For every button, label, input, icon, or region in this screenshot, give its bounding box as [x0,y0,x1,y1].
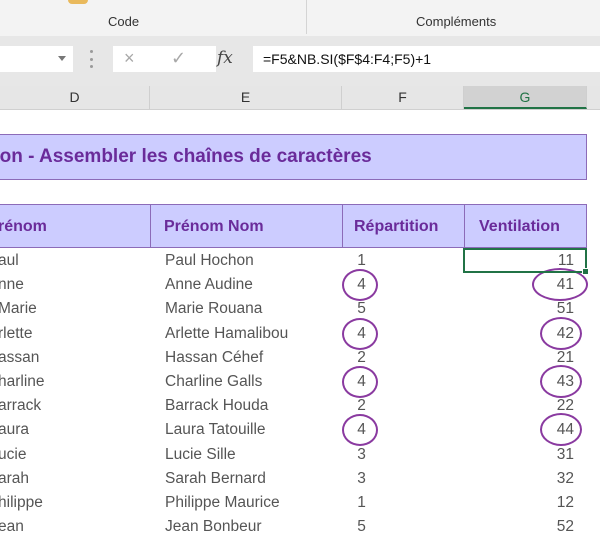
cell-prenom-nom[interactable]: Paul Hochon [165,249,254,273]
cell-prenom[interactable]: ucie [0,443,26,467]
table-row: Marie Marie Rouana 5 51 [0,297,600,321]
column-headers: D E F G [0,86,600,110]
table-row: assan Hassan Céhef 2 21 [0,346,600,370]
header-repartition: Répartition [343,205,465,247]
cell-repartition[interactable]: 5 [341,297,382,321]
cell-prenom-nom[interactable]: Hassan Céhef [165,346,263,370]
chevron-down-icon[interactable] [58,56,66,61]
cell-ventilation[interactable]: 43 [464,370,574,394]
active-cell-selection[interactable] [463,248,589,275]
cell-ventilation[interactable]: 21 [464,346,574,370]
cell-prenom[interactable]: aul [0,249,19,273]
table-row: nne Anne Audine 4 41 [0,268,600,302]
cell-repartition[interactable]: 4 [341,370,382,394]
header-prenom-nom: Prénom Nom [151,205,343,247]
cell-prenom-nom[interactable]: Charline Galls [165,370,262,394]
cell-repartition[interactable]: 2 [341,394,382,418]
cell-repartition[interactable]: 4 [341,322,382,346]
column-header-e[interactable]: E [150,86,342,109]
cell-ventilation[interactable]: 52 [464,515,574,539]
cell-prenom[interactable]: harline [0,370,45,394]
cell-ventilation[interactable]: 32 [464,467,574,491]
cell-prenom[interactable]: Marie [0,297,37,321]
insert-function-icon[interactable]: fx [217,48,233,68]
column-header-d[interactable]: D [0,86,150,109]
table-row: hilippe Philippe Maurice 1 12 [0,491,600,515]
cell-prenom[interactable]: arah [0,467,29,491]
cell-prenom-nom[interactable]: Anne Audine [165,273,253,297]
cell-repartition[interactable]: 3 [341,443,382,467]
name-box[interactable] [0,46,73,72]
cell-prenom-nom[interactable]: Lucie Sille [165,443,236,467]
cell-prenom-nom[interactable]: Barrack Houda [165,394,268,418]
table-row: harline Charline Galls 4 43 [0,365,600,398]
formula-buttons: × ✓ fx [113,46,233,72]
table-row: ean Jean Bonbeur 5 52 [0,515,600,539]
cell-prenom[interactable]: assan [0,346,39,370]
cell-prenom-nom[interactable]: Sarah Bernard [165,467,266,491]
sheet-title: tion - Assembler les chaînes de caractèr… [0,146,372,167]
cell-ventilation[interactable]: 41 [464,273,574,297]
cell-prenom-nom[interactable]: Laura Tatouille [165,418,266,442]
cell-ventilation[interactable]: 31 [464,443,574,467]
cell-repartition[interactable]: 4 [341,418,382,442]
cell-prenom[interactable]: rlette [0,322,32,346]
cell-repartition[interactable]: 2 [341,346,382,370]
cell-prenom[interactable]: arrack [0,394,41,418]
formula-input[interactable]: =F5&NB.SI($F$4:F4;F5)+1 [253,46,600,72]
cancel-icon[interactable]: × [124,48,135,69]
cell-prenom[interactable]: aura [0,418,29,442]
column-header-g[interactable]: G [464,86,587,109]
ribbon-group-complements: Compléments [416,14,497,29]
cell-prenom-nom[interactable]: Arlette Hamalibou [165,322,288,346]
cell-repartition[interactable]: 3 [341,467,382,491]
cell-ventilation[interactable]: 22 [464,394,574,418]
cell-prenom[interactable]: hilippe [0,491,43,515]
fill-handle[interactable] [582,268,589,275]
ribbon: Code Compléments [0,0,600,36]
header-ventilation: Ventilation [479,218,560,235]
cell-repartition[interactable]: 4 [341,273,382,297]
cell-prenom[interactable]: ean [0,515,24,539]
ribbon-group-code: Code [108,14,140,29]
cell-ventilation[interactable]: 12 [464,491,574,515]
cell-repartition[interactable]: 1 [341,249,382,273]
cell-prenom-nom[interactable]: Marie Rouana [165,297,262,321]
ribbon-separator [306,0,307,34]
sheet-title-banner: tion - Assembler les chaînes de caractèr… [0,134,587,180]
column-header-f[interactable]: F [342,86,464,109]
table-row: arrack Barrack Houda 2 22 [0,394,600,418]
cell-prenom-nom[interactable]: Jean Bonbeur [165,515,262,539]
cell-repartition[interactable]: 1 [341,491,382,515]
drag-handle-icon[interactable] [90,50,93,68]
table-row: aura Laura Tatouille 4 44 [0,413,600,447]
check-icon[interactable]: ✓ [171,48,186,69]
cell-prenom-nom[interactable]: Philippe Maurice [165,491,280,515]
table-row: ucie Lucie Sille 3 31 [0,443,600,467]
cell-repartition[interactable]: 5 [341,515,382,539]
cell-ventilation[interactable]: 42 [464,322,574,346]
cell-ventilation[interactable]: 51 [464,297,574,321]
table-row: rlette Arlette Hamalibou 4 42 [0,316,600,350]
cell-ventilation[interactable]: 44 [464,418,574,442]
cell-prenom[interactable]: nne [0,273,24,297]
formula-bar: × ✓ fx =F5&NB.SI($F$4:F4;F5)+1 [0,36,600,86]
table-header: rénom Prénom Nom Répartition Ventilation [0,204,587,248]
macro-security-icon[interactable] [68,0,88,4]
table-row: arah Sarah Bernard 3 32 [0,467,600,491]
header-prenom: rénom [0,205,151,247]
